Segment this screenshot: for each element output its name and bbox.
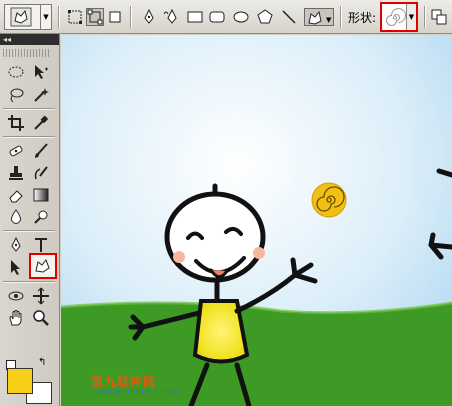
rectangle-icon xyxy=(187,11,203,23)
line-icon xyxy=(282,10,296,24)
pen-icon xyxy=(11,236,21,252)
shape-picker[interactable]: ▼ xyxy=(380,2,418,32)
tool-3d-rotate[interactable] xyxy=(5,285,27,307)
shape-label: 形状: xyxy=(348,11,377,25)
paths-icon xyxy=(87,9,103,25)
divider xyxy=(340,6,342,28)
move-icon xyxy=(35,65,48,79)
custom-shape-icon: ▼ xyxy=(308,10,332,25)
sun-spiral xyxy=(311,182,347,218)
divider xyxy=(3,108,55,110)
tool-history-brush[interactable] xyxy=(30,162,52,184)
tool-eyedropper[interactable] xyxy=(30,112,52,134)
paths-button[interactable] xyxy=(86,8,104,26)
rounded-rectangle-tool-button[interactable] xyxy=(208,8,226,26)
options-bar: ▼ ▼ 形状: ▼ xyxy=(0,0,452,34)
blur-drop-icon xyxy=(11,209,21,224)
fill-pixels-button[interactable] xyxy=(106,8,124,26)
tool-magic-wand[interactable] xyxy=(30,84,52,106)
polygon-icon xyxy=(257,9,273,24)
divider xyxy=(3,230,55,232)
svg-text:▼: ▼ xyxy=(326,16,332,24)
lasso-icon xyxy=(10,88,24,103)
history-brush-icon xyxy=(34,166,48,180)
foreground-color-swatch[interactable] xyxy=(7,368,33,394)
ellipse-icon xyxy=(233,11,249,23)
polygon-tool-button[interactable] xyxy=(256,8,274,26)
tool-preset-picker[interactable]: ▼ xyxy=(4,4,52,30)
gradient-icon xyxy=(33,188,49,202)
pen-icon xyxy=(144,8,154,24)
custom-shape-tool-button[interactable]: ▼ xyxy=(304,8,334,26)
toolbox-collapse-bar[interactable]: ◂◂ xyxy=(0,34,59,45)
magic-wand-icon xyxy=(34,88,49,102)
freeform-pen-icon xyxy=(163,8,177,24)
watermark-url: WWW.D9SOFT.COM xyxy=(98,388,180,396)
tool-lasso[interactable] xyxy=(5,84,27,106)
tool-clone-stamp[interactable] xyxy=(5,162,27,184)
toolbox-grip[interactable] xyxy=(3,49,51,57)
tool-dodge[interactable] xyxy=(30,206,52,228)
3d-pan-icon xyxy=(33,287,49,305)
tool-blur[interactable] xyxy=(5,206,27,228)
divider xyxy=(58,6,60,28)
pen-tool-button[interactable] xyxy=(140,8,158,26)
tool-hand[interactable] xyxy=(5,307,27,329)
line-tool-button[interactable] xyxy=(280,8,298,26)
tool-crop[interactable] xyxy=(5,112,27,134)
ellipse-tool-button[interactable] xyxy=(232,8,250,26)
3d-rotate-icon xyxy=(8,291,24,301)
tool-elliptical-marquee[interactable] xyxy=(5,61,27,83)
crop-icon xyxy=(8,115,24,131)
rectangle-tool-button[interactable] xyxy=(186,8,204,26)
divider xyxy=(3,281,55,283)
chevron-down-icon[interactable]: ▼ xyxy=(40,5,51,29)
tool-3d-pan[interactable] xyxy=(30,285,52,307)
rounded-rectangle-icon xyxy=(209,11,225,23)
tool-healing-brush[interactable] xyxy=(5,140,27,162)
hand-icon xyxy=(9,310,22,326)
combine-mode-icon xyxy=(431,9,447,25)
preset-custom-shape-icon xyxy=(10,7,32,27)
document-canvas[interactable]: 第九软件网 WWW.D9SOFT.COM xyxy=(61,35,452,406)
clone-stamp-icon xyxy=(9,166,23,180)
healing-brush-icon xyxy=(9,145,23,157)
tool-zoom[interactable] xyxy=(30,307,52,329)
toolbox: ◂◂ ↰ xyxy=(0,34,60,406)
tool-move[interactable] xyxy=(30,61,52,83)
type-icon xyxy=(35,238,47,252)
tool-custom-shape[interactable] xyxy=(29,253,57,279)
dodge-icon xyxy=(34,210,48,224)
brush-icon xyxy=(35,143,48,158)
tool-eraser[interactable] xyxy=(5,184,27,206)
spiral-shape-icon xyxy=(386,8,406,26)
freeform-pen-button[interactable] xyxy=(162,8,180,26)
tool-path-selection[interactable] xyxy=(5,256,27,278)
zoom-icon xyxy=(33,310,49,326)
elliptical-marquee-icon xyxy=(8,66,24,78)
combine-mode-button[interactable] xyxy=(430,8,448,26)
shape-layers-button[interactable] xyxy=(66,8,84,26)
shape-layers-icon xyxy=(68,10,82,24)
canvas-artwork xyxy=(61,35,452,406)
eyedropper-icon xyxy=(34,115,49,130)
tool-pen[interactable] xyxy=(5,234,27,256)
chevron-down-icon[interactable]: ▼ xyxy=(406,4,416,30)
tool-gradient[interactable] xyxy=(30,184,52,206)
eraser-icon xyxy=(9,190,23,203)
divider xyxy=(3,136,55,138)
divider xyxy=(130,6,132,28)
swap-colors-icon[interactable]: ↰ xyxy=(38,358,46,368)
fill-pixels-icon xyxy=(109,11,121,23)
divider xyxy=(424,6,426,28)
tool-brush[interactable] xyxy=(30,140,52,162)
custom-shape-icon xyxy=(35,259,50,273)
path-selection-icon xyxy=(11,260,20,275)
